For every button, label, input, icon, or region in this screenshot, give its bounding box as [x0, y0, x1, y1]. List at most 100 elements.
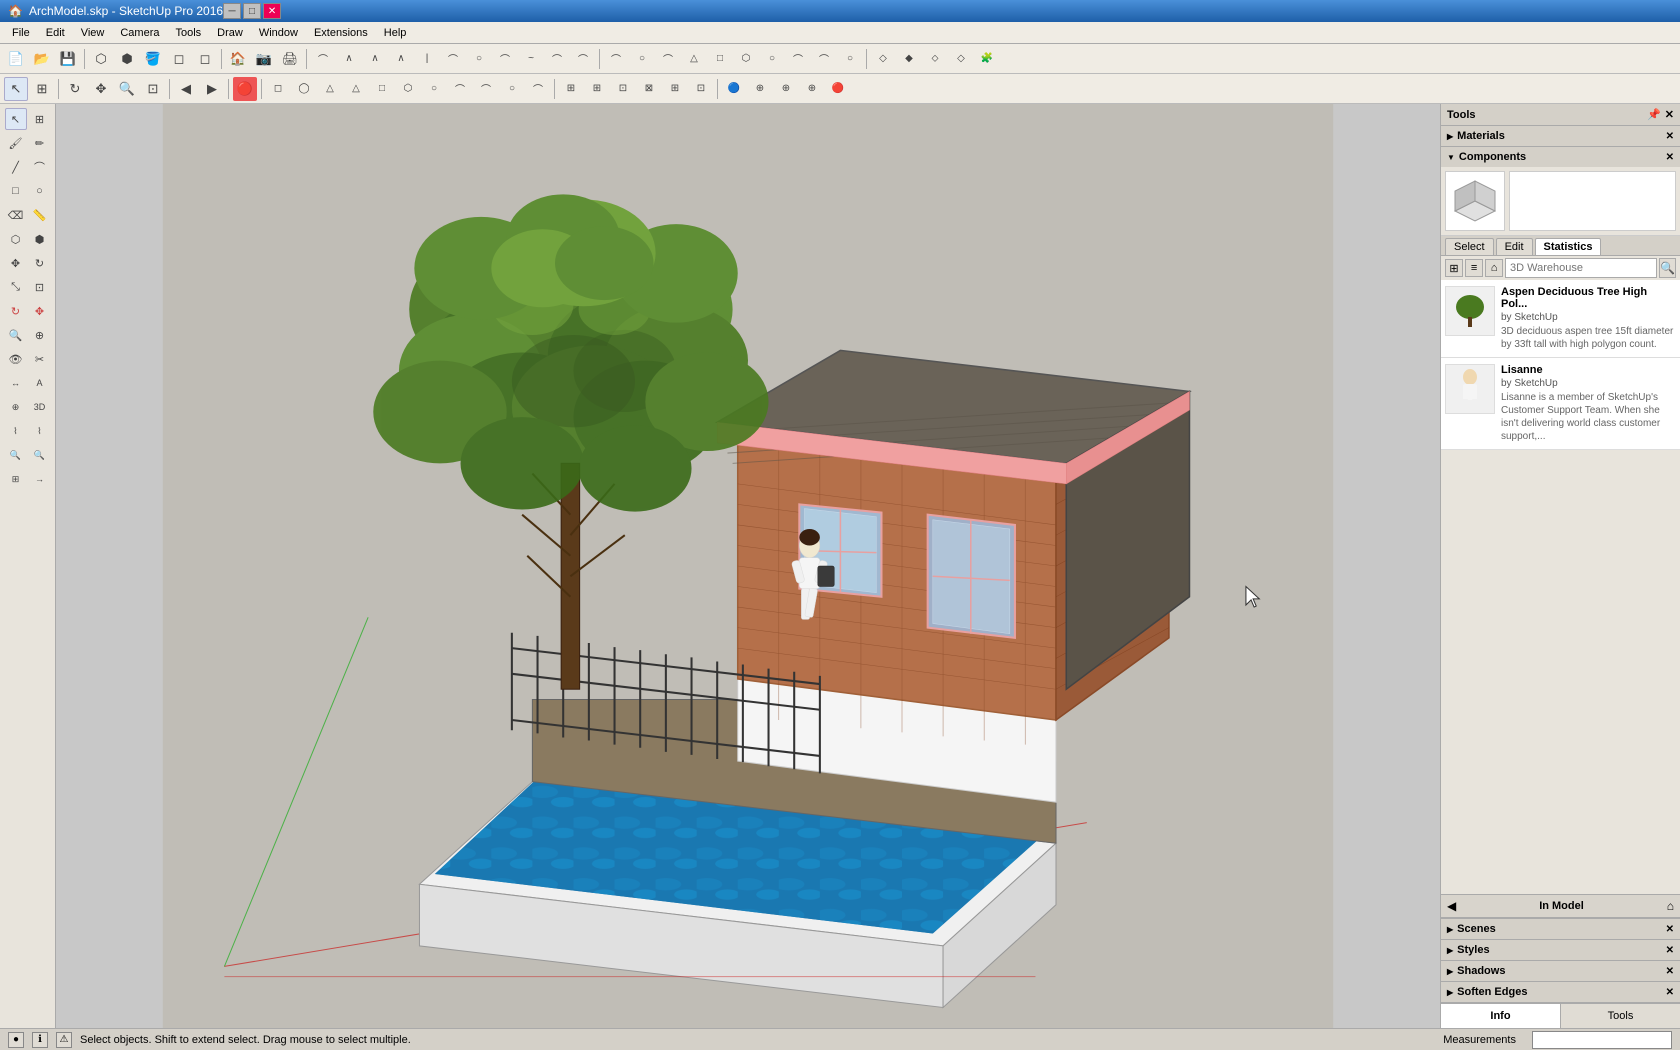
- menu-extensions[interactable]: Extensions: [306, 25, 376, 41]
- tb-r2-extra2[interactable]: ⊞: [585, 77, 609, 101]
- styles-header[interactable]: Styles ✕: [1441, 940, 1680, 960]
- materials-header[interactable]: Materials ✕: [1441, 126, 1680, 146]
- styles-close[interactable]: ✕: [1666, 945, 1674, 956]
- search-input[interactable]: [1505, 258, 1657, 278]
- tool-zoom-window[interactable]: ⊕: [29, 324, 51, 346]
- tb-shape9[interactable]: ⌒: [812, 47, 836, 71]
- search-button[interactable]: 🔍: [1659, 258, 1676, 278]
- tb-diamond4[interactable]: ◇: [949, 47, 973, 71]
- tool-select2[interactable]: ⊞: [29, 108, 51, 130]
- tb-r2-eye2[interactable]: ⊕: [748, 77, 772, 101]
- tb-previous[interactable]: ◀: [174, 77, 198, 101]
- tb-arc3[interactable]: ∧: [363, 47, 387, 71]
- tool-zoom-in[interactable]: 🔍: [5, 444, 27, 466]
- tb-r2-shape4[interactable]: △: [344, 77, 368, 101]
- menu-camera[interactable]: Camera: [112, 25, 167, 41]
- tb-component[interactable]: 🧩: [975, 47, 999, 71]
- tb-curve[interactable]: ⌒: [441, 47, 465, 71]
- tb-shape5[interactable]: □: [708, 47, 732, 71]
- tab-tools[interactable]: Tools: [1561, 1004, 1680, 1028]
- close-button[interactable]: ✕: [263, 3, 281, 19]
- tb-save[interactable]: 💾: [56, 47, 80, 71]
- in-model-back[interactable]: ◀: [1447, 899, 1456, 913]
- tab-statistics[interactable]: Statistics: [1535, 238, 1602, 255]
- tb-arc2[interactable]: ∧: [337, 47, 361, 71]
- tool-pushpull[interactable]: ⬡: [5, 228, 27, 250]
- comp-item-person[interactable]: Lisanne by SketchUp Lisanne is a member …: [1441, 358, 1680, 450]
- tb-pushpull[interactable]: ⬢: [115, 47, 139, 71]
- tb-cube[interactable]: ⬡: [89, 47, 113, 71]
- tb-r2-shape9[interactable]: ⌒: [474, 77, 498, 101]
- tb-zoom[interactable]: 🔍: [115, 77, 139, 101]
- tb-shape4[interactable]: △: [682, 47, 706, 71]
- measurements-input[interactable]: [1532, 1031, 1672, 1049]
- tb-shape7[interactable]: ○: [760, 47, 784, 71]
- tool-tape[interactable]: 📏: [29, 204, 51, 226]
- tb-r2-shape1[interactable]: ◻: [266, 77, 290, 101]
- tb-orbit[interactable]: ↻: [63, 77, 87, 101]
- tb-line[interactable]: |: [415, 47, 439, 71]
- tool-sandbox2[interactable]: ⌇: [29, 420, 51, 442]
- soften-edges-header[interactable]: Soften Edges ✕: [1441, 982, 1680, 1002]
- tb-print[interactable]: 🖨: [278, 47, 302, 71]
- tb-new[interactable]: 📄: [4, 47, 28, 71]
- viewport[interactable]: [56, 104, 1440, 1028]
- tb-arc1[interactable]: ⌒: [311, 47, 335, 71]
- tool-move[interactable]: ✥: [5, 252, 27, 274]
- tb-r2-eye3[interactable]: ⊕: [774, 77, 798, 101]
- menu-view[interactable]: View: [73, 25, 113, 41]
- tb-diamond1[interactable]: ◇: [871, 47, 895, 71]
- tool-xray[interactable]: 👁: [5, 348, 27, 370]
- tool-geo[interactable]: →: [29, 468, 51, 490]
- tb-erase[interactable]: ◻: [167, 47, 191, 71]
- tool-scale[interactable]: ⤡: [5, 276, 27, 298]
- soften-edges-close[interactable]: ✕: [1666, 987, 1674, 998]
- tb-r2-extra3[interactable]: ⊡: [611, 77, 635, 101]
- menu-window[interactable]: Window: [251, 25, 306, 41]
- tb-arc4[interactable]: ∧: [389, 47, 413, 71]
- tool-pan[interactable]: ✥: [29, 300, 51, 322]
- tool-rotate[interactable]: ↻: [29, 252, 51, 274]
- tool-select[interactable]: ↖: [5, 108, 27, 130]
- tool-dimension[interactable]: ↔: [5, 372, 27, 394]
- menu-edit[interactable]: Edit: [38, 25, 73, 41]
- tb-camera[interactable]: 📷: [252, 47, 276, 71]
- comp-item-tree[interactable]: Aspen Deciduous Tree High Pol... by Sket…: [1441, 280, 1680, 358]
- tool-eraser[interactable]: ⌫: [5, 204, 27, 226]
- tb-r2-shape3[interactable]: △: [318, 77, 342, 101]
- tb-shape6[interactable]: ⬡: [734, 47, 758, 71]
- tb-next[interactable]: ▶: [200, 77, 224, 101]
- tb-shape2[interactable]: ○: [630, 47, 654, 71]
- tb-r2-eye1[interactable]: 🔵: [722, 77, 746, 101]
- tb-house[interactable]: 🏠: [226, 47, 250, 71]
- tb-r2-extra1[interactable]: ⊞: [559, 77, 583, 101]
- minimize-button[interactable]: ─: [223, 3, 241, 19]
- components-header[interactable]: Components ✕: [1441, 147, 1680, 167]
- tool-axes[interactable]: ⊕: [5, 396, 27, 418]
- tb-r2-extra4[interactable]: ⊠: [637, 77, 661, 101]
- menu-help[interactable]: Help: [376, 25, 415, 41]
- tool-orbit[interactable]: ↻: [5, 300, 27, 322]
- tb-r2-extra5[interactable]: ⊞: [663, 77, 687, 101]
- tb-pan[interactable]: ✥: [89, 77, 113, 101]
- tb-r2-shape10[interactable]: ○: [500, 77, 524, 101]
- tb-r2-shape7[interactable]: ○: [422, 77, 446, 101]
- tool-paint2[interactable]: ✏: [29, 132, 51, 154]
- tool-follow[interactable]: ⬢: [29, 228, 51, 250]
- tb-diamond3[interactable]: ⬦: [923, 47, 947, 71]
- menu-file[interactable]: File: [4, 25, 38, 41]
- tb-zoom-extent[interactable]: ⊡: [141, 77, 165, 101]
- tb-arc5[interactable]: ⌒: [493, 47, 517, 71]
- tb-select-tool[interactable]: ↖: [4, 77, 28, 101]
- tool-paint1[interactable]: 🖌: [5, 132, 27, 154]
- tb-r2-shape2[interactable]: ◯: [292, 77, 316, 101]
- tb-shape8[interactable]: ⌒: [786, 47, 810, 71]
- tb-shape10[interactable]: ○: [838, 47, 862, 71]
- tool-text[interactable]: A: [29, 372, 51, 394]
- tb-open[interactable]: 📂: [30, 47, 54, 71]
- tb-r2-shape11[interactable]: ⌒: [526, 77, 550, 101]
- tb-shape3[interactable]: ⌒: [656, 47, 680, 71]
- shadows-close[interactable]: ✕: [1666, 966, 1674, 977]
- tool-line[interactable]: ╱: [5, 156, 27, 178]
- tool-offset[interactable]: ⊡: [29, 276, 51, 298]
